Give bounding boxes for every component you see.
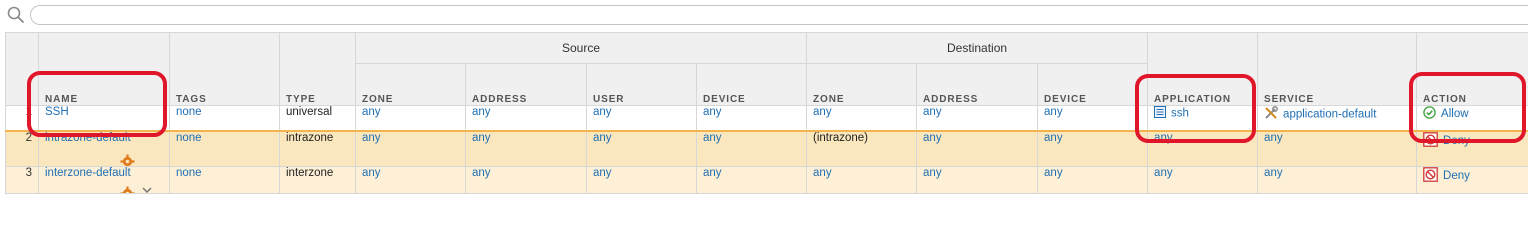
service-link[interactable]: any [1257,130,1418,167]
source-zone[interactable]: any [355,166,466,194]
service-link[interactable]: any [1257,166,1418,194]
source-address[interactable]: any [465,166,587,194]
rule-name-link[interactable]: intrazone-default [45,132,131,144]
deny-icon [1423,167,1438,186]
action-label[interactable]: Deny [1443,170,1470,182]
header-name[interactable]: NAME [38,32,170,106]
table-row[interactable]: 3 interzone-default none interzone any a… [5,166,1528,194]
header-type[interactable]: TYPE [279,32,356,106]
security-rules-table: NAME TAGS TYPE Source Destination APPLIC… [5,32,1528,194]
header-group-destination: Destination [806,32,1149,64]
override-gear-icon[interactable] [120,186,135,194]
source-user[interactable]: any [586,105,697,132]
rule-name-link[interactable]: interzone-default [45,168,131,180]
source-user[interactable]: any [586,130,697,167]
source-address[interactable]: any [465,105,587,132]
destination-address[interactable]: any [916,166,1039,194]
deny-icon [1423,132,1438,150]
header-tags[interactable]: TAGS [169,32,280,106]
source-zone[interactable]: any [355,130,466,167]
rule-type: interzone [279,166,356,194]
header-destination-device[interactable]: DEVICE [1037,63,1149,106]
header-destination-address[interactable]: ADDRESS [916,63,1039,106]
action-label[interactable]: Deny [1443,135,1470,147]
destination-zone[interactable]: any [806,166,918,194]
application-cell[interactable]: ssh [1147,105,1259,132]
header-source-zone[interactable]: ZONE [355,63,466,106]
destination-address[interactable]: any [916,105,1039,132]
service-tools-icon [1264,106,1278,123]
source-device[interactable]: any [695,105,808,132]
application-link[interactable]: any [1147,166,1259,194]
rule-tags[interactable]: none [169,130,280,167]
application-link[interactable]: any [1147,130,1259,167]
search-icon[interactable] [7,6,25,24]
row-number-header [5,32,39,106]
row-number: 3 [5,166,39,194]
action-cell[interactable]: Deny [1416,166,1528,194]
allow-check-icon [1423,106,1436,122]
destination-zone[interactable]: any [806,105,918,132]
destination-zone: (intrazone) [806,130,918,167]
header-source-user[interactable]: USER [586,63,697,106]
application-list-icon [1154,106,1167,121]
destination-device[interactable]: any [1037,105,1149,132]
header-source-device[interactable]: DEVICE [695,63,808,106]
source-device[interactable]: any [695,130,808,167]
service-link[interactable]: application-default [1283,109,1376,121]
source-user[interactable]: any [586,166,697,194]
header-destination-zone[interactable]: ZONE [806,63,918,106]
search-input[interactable] [30,5,1528,25]
chevron-down-icon[interactable] [142,186,152,194]
action-label[interactable]: Allow [1441,108,1468,120]
rule-name-cell[interactable]: interzone-default [38,166,170,194]
destination-device[interactable]: any [1037,166,1149,194]
header-service[interactable]: SERVICE [1257,32,1418,106]
source-device[interactable]: any [695,166,808,194]
table-row[interactable]: 2 intrazone-default none intrazone any a… [5,130,1528,167]
row-number: 2 [5,130,39,167]
header-action[interactable]: ACTION [1416,32,1528,106]
rule-type: intrazone [279,130,356,167]
header-application[interactable]: APPLICATION [1147,32,1259,106]
rule-tags[interactable]: none [169,105,280,132]
table-row[interactable]: 1 SSH none universal any any any any any… [5,105,1528,132]
rule-tags[interactable]: none [169,166,280,194]
action-cell[interactable]: Allow [1416,105,1528,132]
row-number: 1 [5,105,39,132]
application-link[interactable]: ssh [1171,108,1189,120]
header-group-source: Source [354,32,808,64]
source-address[interactable]: any [465,130,587,167]
search-bar [0,0,1528,32]
rule-type: universal [279,105,356,132]
service-cell[interactable]: application-default [1257,105,1418,132]
rule-name-cell[interactable]: intrazone-default [38,130,170,167]
destination-address[interactable]: any [916,130,1039,167]
override-gear-icon[interactable] [120,154,135,167]
source-zone[interactable]: any [355,105,466,132]
header-source-address[interactable]: ADDRESS [465,63,587,106]
destination-device[interactable]: any [1037,130,1149,167]
rule-name-link[interactable]: SSH [38,105,170,132]
action-cell[interactable]: Deny [1416,130,1528,167]
